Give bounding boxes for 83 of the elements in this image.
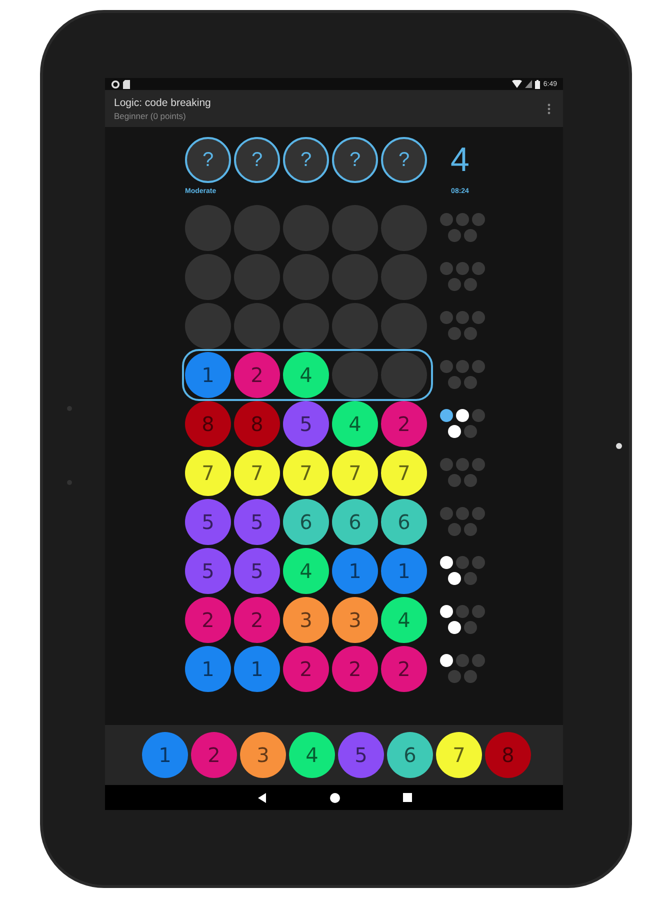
hidden-peg: ? bbox=[332, 137, 378, 183]
code-peg: 3 bbox=[332, 596, 378, 642]
hidden-peg: ? bbox=[381, 137, 427, 183]
guess-row[interactable]: 5 5 6 6 6 bbox=[185, 498, 430, 544]
code-peg: 2 bbox=[381, 400, 427, 446]
code-peg: 4 bbox=[283, 352, 329, 398]
empty-slot[interactable] bbox=[234, 302, 280, 348]
guess-row[interactable]: 2 2 3 3 4 bbox=[185, 596, 430, 642]
sensor-dot bbox=[616, 443, 622, 449]
color-peg-button[interactable]: 5 bbox=[338, 732, 384, 778]
code-peg: 4 bbox=[283, 548, 329, 594]
active-guess-row[interactable]: 1 2 4 bbox=[185, 352, 430, 398]
code-peg: 4 bbox=[332, 400, 378, 446]
empty-slot[interactable] bbox=[332, 204, 378, 250]
hidden-peg: ? bbox=[234, 137, 280, 183]
settings-icon bbox=[111, 80, 120, 88]
wifi-icon bbox=[512, 80, 522, 88]
empty-slot[interactable] bbox=[283, 254, 329, 300]
code-peg: 2 bbox=[234, 596, 280, 642]
empty-slot[interactable] bbox=[381, 254, 427, 300]
guess-row[interactable]: 8 8 5 4 2 bbox=[185, 400, 430, 446]
attempts-count: 4 bbox=[450, 140, 470, 181]
empty-slot[interactable] bbox=[283, 302, 329, 348]
sd-card-icon bbox=[123, 80, 130, 88]
recents-icon[interactable] bbox=[402, 793, 412, 802]
code-peg: 5 bbox=[283, 400, 329, 446]
code-peg: 1 bbox=[332, 548, 378, 594]
color-peg-button[interactable]: 2 bbox=[191, 732, 237, 778]
hidden-peg: ? bbox=[283, 137, 329, 183]
code-peg: 6 bbox=[381, 498, 427, 544]
empty-slot[interactable] bbox=[185, 204, 231, 250]
code-peg: 3 bbox=[283, 596, 329, 642]
code-peg: 1 bbox=[381, 548, 427, 594]
code-peg: 7 bbox=[332, 450, 378, 496]
app-title: Logic: code breaking bbox=[114, 96, 212, 108]
guess-row[interactable]: 7 7 7 7 7 bbox=[185, 450, 430, 496]
overflow-menu-icon[interactable] bbox=[547, 102, 551, 114]
code-peg: 2 bbox=[234, 352, 280, 398]
color-peg-button[interactable]: 7 bbox=[436, 732, 482, 778]
empty-slot[interactable] bbox=[332, 254, 378, 300]
battery-icon bbox=[535, 80, 540, 88]
color-peg-button[interactable]: 1 bbox=[142, 732, 188, 778]
code-peg: 5 bbox=[234, 548, 280, 594]
code-peg: 2 bbox=[381, 646, 427, 692]
guess-row[interactable]: 5 5 4 1 1 bbox=[185, 548, 430, 594]
empty-slot[interactable] bbox=[332, 352, 378, 398]
code-peg: 5 bbox=[234, 498, 280, 544]
color-peg-button[interactable]: 8 bbox=[485, 732, 531, 778]
code-peg: 6 bbox=[283, 498, 329, 544]
color-peg-button[interactable]: 4 bbox=[289, 732, 335, 778]
empty-slot[interactable] bbox=[381, 302, 427, 348]
code-peg: 8 bbox=[234, 400, 280, 446]
empty-slot[interactable] bbox=[185, 254, 231, 300]
empty-slot[interactable] bbox=[283, 204, 329, 250]
app-subtitle: Beginner (0 points) bbox=[114, 110, 187, 120]
code-peg: 7 bbox=[185, 450, 231, 496]
code-peg: 7 bbox=[381, 450, 427, 496]
empty-slot[interactable] bbox=[234, 204, 280, 250]
code-peg: 1 bbox=[185, 646, 231, 692]
code-peg: 1 bbox=[185, 352, 231, 398]
home-icon[interactable] bbox=[330, 792, 340, 802]
code-peg: 2 bbox=[283, 646, 329, 692]
code-peg: 8 bbox=[185, 400, 231, 446]
hidden-peg: ? bbox=[185, 137, 231, 183]
color-peg-button[interactable]: 3 bbox=[240, 732, 286, 778]
empty-slot[interactable] bbox=[185, 302, 231, 348]
empty-slot[interactable] bbox=[381, 204, 427, 250]
code-peg: 2 bbox=[185, 596, 231, 642]
empty-slot[interactable] bbox=[234, 254, 280, 300]
code-peg: 7 bbox=[234, 450, 280, 496]
empty-slot[interactable] bbox=[332, 302, 378, 348]
code-peg: 5 bbox=[185, 548, 231, 594]
code-peg: 4 bbox=[381, 596, 427, 642]
code-peg: 5 bbox=[185, 498, 231, 544]
signal-icon bbox=[525, 80, 532, 88]
code-peg: 7 bbox=[283, 450, 329, 496]
code-peg: 2 bbox=[332, 646, 378, 692]
code-peg: 6 bbox=[332, 498, 378, 544]
color-peg-button[interactable]: 6 bbox=[387, 732, 433, 778]
code-peg: 1 bbox=[234, 646, 280, 692]
back-icon[interactable] bbox=[256, 792, 266, 802]
guess-row[interactable]: 1 1 2 2 2 bbox=[185, 646, 430, 692]
empty-slot[interactable] bbox=[381, 352, 427, 398]
